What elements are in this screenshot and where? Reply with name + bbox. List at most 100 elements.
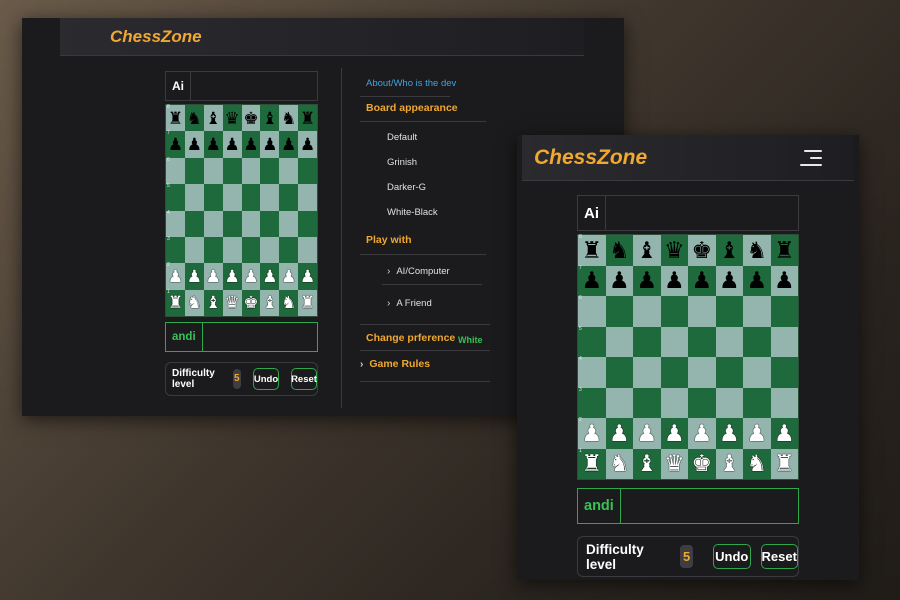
board-square[interactable]: ♟ [660,418,688,449]
board-square[interactable] [770,296,798,327]
black-bishop-icon[interactable]: ♝ [262,110,277,127]
black-rook-icon[interactable]: ♜ [581,238,602,262]
appearance-option-darker-g[interactable]: Darker-G [387,182,426,193]
black-pawn-icon[interactable]: ♟ [262,136,277,153]
white-pawn-icon[interactable]: ♟ [300,268,315,285]
board-square[interactable]: ♟ [660,265,688,296]
white-pawn-icon[interactable]: ♟ [281,268,296,285]
black-pawn-icon[interactable]: ♟ [609,269,630,292]
board-square[interactable]: 2 ♟ [578,418,606,449]
board-square[interactable] [298,210,317,237]
appearance-option-grinish[interactable]: Grinish [387,157,417,168]
board-appearance-heading[interactable]: Board appearance [366,102,458,114]
board-square[interactable]: ♚ [241,289,261,316]
black-rook-icon[interactable]: ♜ [300,110,315,127]
board-square[interactable]: 5 [166,184,185,211]
black-bishop-icon[interactable]: ♝ [636,238,657,262]
board-square[interactable] [770,326,798,357]
board-square[interactable]: ♟ [688,418,716,449]
board-square[interactable] [279,157,299,185]
board-square[interactable] [203,236,223,264]
board-square[interactable] [222,157,242,185]
white-rook-icon[interactable]: ♜ [300,294,315,311]
board-square[interactable]: ♟ [260,131,280,158]
board-square[interactable] [260,210,280,237]
board-square[interactable] [298,157,317,185]
game-rules-item[interactable]: › Game Rules [360,358,430,370]
black-pawn-icon[interactable]: ♟ [300,136,315,153]
board-square[interactable]: ♟ [688,265,716,296]
board-square[interactable] [279,184,299,211]
board-square[interactable]: 1 ♜ [578,448,606,479]
board-square[interactable] [203,184,223,211]
black-knight-icon[interactable]: ♞ [746,238,767,262]
board-square[interactable]: 2 ♟ [166,263,185,290]
board-square[interactable] [633,387,661,418]
board-square[interactable]: ♟ [241,131,261,158]
board-square[interactable] [688,357,716,388]
black-pawn-icon[interactable]: ♟ [224,136,239,153]
board-square[interactable]: ♜ [298,105,317,132]
black-pawn-icon[interactable]: ♟ [746,269,767,292]
undo-button[interactable]: Undo [253,368,279,390]
white-pawn-icon[interactable]: ♟ [206,268,221,285]
board-square[interactable]: ♛ [222,289,242,316]
board-square[interactable]: ♝ [260,105,280,132]
board-square[interactable] [298,236,317,264]
appearance-option-default[interactable]: Default [387,132,417,143]
black-pawn-icon[interactable]: ♟ [664,269,685,292]
chess-board[interactable]: 8 ♜ ♞ ♝ ♛ ♚ ♝ ♞ ♜ 7 ♟ ♟ ♟ ♟ ♟ ♟ ♟ ♟ 6 5 4 3 2 ♟ ♟ ♟ ♟ ♟ ♟ ♟ ♟ 1 ♜ ♞ ♝ ♛ ♚ ♝ ♞ ♜ [165,104,318,317]
black-pawn-icon[interactable]: ♟ [281,136,296,153]
board-square[interactable] [770,387,798,418]
board-square[interactable]: 1 ♜ [166,289,185,316]
board-square[interactable] [743,357,771,388]
white-pawn-icon[interactable]: ♟ [636,421,657,445]
app-logo[interactable]: ChessZone [534,146,647,170]
reset-button[interactable]: Reset [760,544,798,569]
white-bishop-icon[interactable]: ♝ [206,294,221,311]
board-square[interactable] [715,387,743,418]
board-square[interactable]: ♟ [715,418,743,449]
board-square[interactable]: ♟ [241,263,261,290]
white-pawn-icon[interactable]: ♟ [224,268,239,285]
board-square[interactable] [633,296,661,327]
board-square[interactable] [605,296,633,327]
board-square[interactable]: ♝ [203,105,223,132]
board-square[interactable] [743,296,771,327]
white-rook-icon[interactable]: ♜ [581,452,602,475]
white-pawn-icon[interactable]: ♟ [262,268,277,285]
board-square[interactable] [633,326,661,357]
board-square[interactable]: ♝ [633,448,661,479]
board-square[interactable]: ♞ [279,289,299,316]
white-knight-icon[interactable]: ♞ [609,452,630,475]
board-square[interactable]: ♟ [222,131,242,158]
white-rook-icon[interactable]: ♜ [774,452,795,475]
play-option-friend[interactable]: › A Friend [387,298,432,309]
board-square[interactable]: ♞ [605,448,633,479]
board-square[interactable]: ♟ [298,263,317,290]
board-square[interactable]: ♟ [770,418,798,449]
board-square[interactable]: ♟ [743,418,771,449]
board-square[interactable] [184,157,204,185]
board-square[interactable]: ♞ [743,448,771,479]
white-pawn-icon[interactable]: ♟ [691,421,712,445]
board-square[interactable] [770,357,798,388]
board-square[interactable] [241,184,261,211]
white-pawn-icon[interactable]: ♟ [719,421,740,445]
black-pawn-icon[interactable]: ♟ [243,136,258,153]
board-square[interactable]: ♟ [203,131,223,158]
board-square[interactable] [241,157,261,185]
reset-button[interactable]: Reset [291,368,317,390]
board-square[interactable]: ♛ [222,105,242,132]
board-square[interactable]: 8 ♜ [166,105,185,132]
white-bishop-icon[interactable]: ♝ [719,452,740,475]
white-pawn-icon[interactable]: ♟ [581,421,602,445]
board-square[interactable]: 7 ♟ [578,265,606,296]
white-queen-icon[interactable]: ♛ [664,452,685,475]
board-square[interactable] [222,210,242,237]
black-king-icon[interactable]: ♚ [691,238,712,262]
board-square[interactable]: ♟ [222,263,242,290]
board-square[interactable] [660,296,688,327]
board-square[interactable]: ♞ [743,235,771,266]
board-square[interactable] [715,296,743,327]
